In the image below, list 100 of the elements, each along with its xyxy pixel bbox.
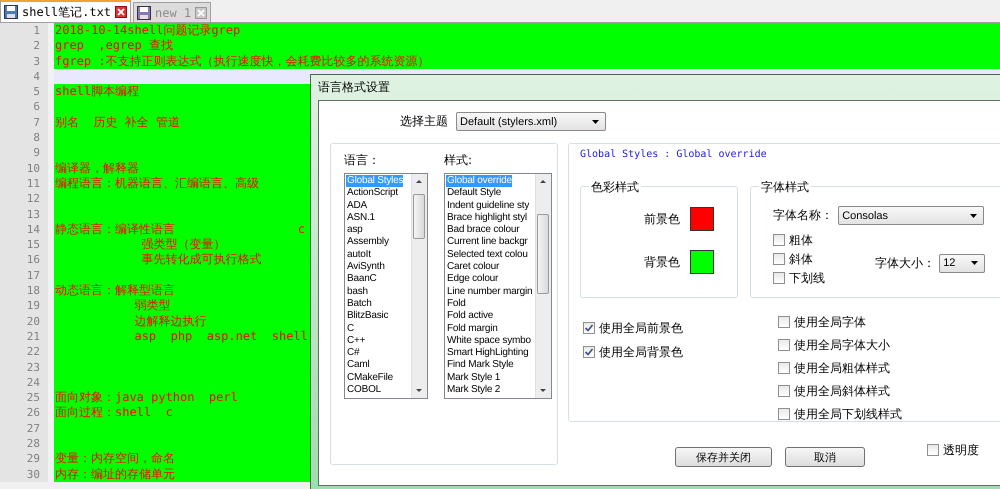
group-title: 字体样式 <box>759 179 812 196</box>
swatch-label: 前景色 <box>644 210 680 228</box>
list-item[interactable]: autoIt <box>346 248 371 262</box>
checkbox-label: 使用全局背景色 <box>599 344 683 360</box>
line-number: 25 <box>0 390 48 406</box>
checkbox[interactable] <box>773 253 786 265</box>
checkbox-label: 粗体 <box>789 232 814 248</box>
list-item[interactable]: Caret colour <box>446 261 500 274</box>
list-item[interactable]: BlitzBasic <box>346 310 388 323</box>
line-number: 24 <box>0 374 48 390</box>
list-item[interactable]: Assembly <box>346 236 389 249</box>
list-item[interactable]: White space symbo <box>446 334 531 348</box>
checkbox[interactable] <box>778 316 790 328</box>
line-number: 13 <box>0 206 48 222</box>
checkbox[interactable] <box>773 234 786 246</box>
code-line: 别名 历史 补全 管道 <box>54 114 180 129</box>
checkbox-label: 使用全局粗体样式 <box>794 360 890 376</box>
dialog-button[interactable]: 保存并关闭 <box>675 447 772 467</box>
list-item[interactable]: BaanC <box>346 273 377 286</box>
code-line: fgrep :不支持正则表达式（执行速度快，会耗费比较多的系统资源） <box>54 54 430 68</box>
font-name-label: 字体名称： <box>773 207 834 224</box>
close-icon[interactable] <box>115 6 128 18</box>
list-item[interactable]: Batch <box>346 298 372 310</box>
checkbox-label: 使用全局字体 <box>794 314 866 330</box>
list-item[interactable]: Smart HighLighting <box>446 347 528 360</box>
list-item[interactable]: bash <box>346 286 368 298</box>
list-item[interactable]: Selected text colou <box>446 248 528 262</box>
list-item[interactable]: Fold <box>446 298 466 310</box>
list-item[interactable]: Mark Style 1 <box>446 372 500 384</box>
font-size-label: 字体大小： <box>875 254 936 272</box>
list-item[interactable]: ActionScript <box>346 187 398 200</box>
checkbox-label: 使用全局字体大小 <box>794 336 890 354</box>
swatch-label: 背景色 <box>644 254 680 270</box>
list-item[interactable]: Caml <box>346 359 370 372</box>
list-item[interactable]: Fold margin <box>446 322 498 335</box>
line-number: 22 <box>0 344 48 360</box>
checkbox[interactable] <box>778 362 790 374</box>
list-item[interactable]: Indent guideline sty <box>446 200 530 212</box>
line-number: 18 <box>0 283 48 298</box>
list-item[interactable]: CMakeFile <box>346 372 393 384</box>
dialog-button[interactable]: 取消 <box>785 447 865 467</box>
checkbox[interactable] <box>778 408 790 420</box>
window-title: 语言格式设置 <box>318 79 390 96</box>
checkbox-label: 使用全局斜体样式 <box>794 382 890 400</box>
list-item[interactable]: asp <box>346 224 363 236</box>
code-line: 2018-10-14shell问题记录grep <box>54 23 240 37</box>
line-number: 20 <box>0 314 48 329</box>
line-number: 5 <box>0 84 48 100</box>
style-heading: Global Styles : Global override <box>580 149 768 160</box>
checkbox[interactable] <box>778 339 790 351</box>
code-line: 动态语言：解释型语言 <box>54 283 175 298</box>
file-tab[interactable]: shell笔记.txt <box>0 0 132 22</box>
list-item[interactable]: Fold active <box>446 310 494 323</box>
floppy-icon <box>137 6 152 20</box>
checkbox[interactable] <box>583 346 595 358</box>
theme-dropdown[interactable]: Default (stylers.xml) <box>456 112 606 131</box>
checkbox[interactable] <box>927 444 939 456</box>
scrollbar[interactable] <box>411 174 427 398</box>
list-item[interactable]: Find Mark Style <box>446 359 514 372</box>
code-line: asp php asp.net shell <box>133 328 308 343</box>
color-swatch[interactable] <box>690 207 714 231</box>
code-line: 事先转化成可执行格式 <box>140 252 262 266</box>
checkbox[interactable] <box>583 322 595 334</box>
code-line: 强类型（变量） <box>140 237 226 252</box>
list-item[interactable]: Edge colour <box>446 273 498 286</box>
color-swatch[interactable] <box>690 250 714 274</box>
list-item[interactable]: AviSynth <box>346 261 385 274</box>
checkbox-label: 使用全局下划线样式 <box>794 406 902 422</box>
line-number: 6 <box>0 99 48 115</box>
size-dropdown[interactable]: 12 <box>939 254 986 272</box>
scrollbar[interactable] <box>535 174 551 398</box>
list-item[interactable]: Brace highlight styl <box>446 212 527 224</box>
checkbox-label: 斜体 <box>789 250 814 268</box>
list-item[interactable]: Line number margin <box>446 286 532 298</box>
line-number: 4 <box>0 68 48 84</box>
theme-label: 选择主题 <box>400 113 448 130</box>
line-number: 14 <box>0 222 48 238</box>
list-item[interactable]: C <box>346 322 354 335</box>
list-item[interactable]: ADA <box>346 200 367 212</box>
list-label: 语言： <box>344 152 381 169</box>
line-number: 23 <box>0 360 48 375</box>
list-item[interactable]: ASN.1 <box>346 212 375 224</box>
line-number: 15 <box>0 237 48 252</box>
line-number: 29 <box>0 451 48 467</box>
code-line: 静态语言：编译性语言 c <box>54 222 306 236</box>
list-item[interactable]: Bad brace colour <box>446 224 520 236</box>
list-item[interactable]: Current line backgr <box>446 236 528 249</box>
list-item[interactable]: Mark Style 2 <box>446 384 500 396</box>
font-dropdown[interactable]: Consolas <box>838 206 984 225</box>
list-item[interactable]: COBOL <box>346 384 382 396</box>
code-line: 面向过程：shell c <box>54 405 173 420</box>
list-item[interactable]: C++ <box>346 334 366 348</box>
line-number: 1 <box>0 23 48 38</box>
list-item[interactable]: C# <box>346 347 360 360</box>
code-line: shell脚本编程 <box>54 84 140 98</box>
checkbox[interactable] <box>773 272 786 284</box>
checkbox[interactable] <box>778 385 790 397</box>
list-item[interactable]: Default Style <box>446 187 502 200</box>
line-number: 30 <box>0 466 48 482</box>
floppy-icon <box>4 5 18 19</box>
